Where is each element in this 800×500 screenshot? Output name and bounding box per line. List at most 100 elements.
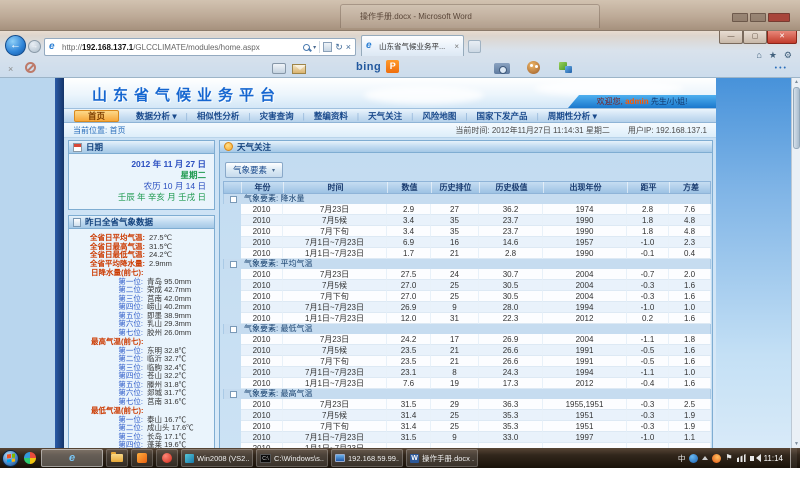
group-checkbox[interactable] bbox=[230, 326, 237, 333]
cloud-decoration bbox=[534, 80, 684, 96]
tools-gear-icon[interactable]: ⚙ bbox=[784, 50, 792, 61]
cell: 26.6 bbox=[479, 356, 543, 367]
cell: 8 bbox=[431, 367, 479, 378]
scroll-up-icon[interactable]: ▲ bbox=[792, 79, 800, 85]
show-desktop-button[interactable] bbox=[790, 448, 797, 468]
group-checkbox[interactable] bbox=[230, 261, 237, 268]
taskbar-window-button-2[interactable]: 192.168.59.99... bbox=[331, 449, 403, 467]
toolbar-close-icon[interactable]: × bbox=[8, 64, 13, 74]
cell: 7月下旬 bbox=[283, 421, 387, 432]
taskbar-ie-button[interactable]: e bbox=[41, 449, 103, 467]
firefox-tray-icon[interactable] bbox=[712, 454, 721, 463]
action-center-flag-icon[interactable]: ⚑ bbox=[725, 454, 732, 462]
weather-panel-title: 昨日全省气象数据 bbox=[85, 216, 153, 228]
nav-item-6[interactable]: 风险地图 bbox=[413, 110, 465, 122]
compatibility-view-icon[interactable] bbox=[323, 42, 332, 52]
language-indicator[interactable]: 中 bbox=[678, 453, 686, 464]
nav-item-5[interactable]: 天气关注 bbox=[359, 110, 411, 122]
column-header: 出现年份 bbox=[544, 182, 628, 193]
bing-logo[interactable]: bing bbox=[356, 61, 381, 73]
taskbar-window-button-1[interactable]: C:\C:\Windows\s... bbox=[256, 449, 328, 467]
browser-chrome: ← → e http://192.168.137.1/GLCCLIMATE/mo… bbox=[0, 30, 800, 78]
cell: 27.0 bbox=[387, 291, 431, 302]
toolbar-block-icon[interactable] bbox=[25, 62, 36, 73]
taskbar-explorer-button[interactable] bbox=[106, 449, 128, 467]
nav-item-7[interactable]: 国家下发产品 bbox=[468, 110, 537, 122]
cell: 2010 bbox=[241, 367, 283, 378]
tab-close-icon[interactable]: × bbox=[454, 42, 459, 51]
refresh-icon[interactable]: ↻ bbox=[335, 42, 343, 53]
page-scrollbar[interactable]: ▲ ▼ bbox=[791, 78, 800, 448]
nav-item-2[interactable]: 相似性分析 bbox=[188, 110, 249, 122]
nav-item-4[interactable]: 整编资料 bbox=[305, 110, 357, 122]
favorites-star-icon[interactable]: ★ bbox=[769, 50, 777, 61]
stop-icon[interactable]: × bbox=[346, 42, 351, 52]
ime-icon[interactable] bbox=[689, 454, 698, 463]
webpage: 山东省气候业务平台 欢迎您, admin 先生/小姐! 首页数据分析 ▾|相似性… bbox=[0, 78, 800, 448]
user-ip: 用户IP: 192.168.137.1 bbox=[628, 125, 707, 136]
scroll-down-icon[interactable]: ▼ bbox=[792, 441, 800, 447]
url-text[interactable]: http://192.168.137.1/GLCCLIMATE/modules/… bbox=[62, 43, 300, 52]
start-button[interactable] bbox=[2, 450, 19, 467]
snip-tool-icon[interactable] bbox=[272, 63, 286, 74]
nav-item-1[interactable]: 数据分析 ▾ bbox=[127, 110, 186, 122]
cell: 1.8 bbox=[669, 334, 711, 345]
nav-item-8[interactable]: 周期性分析 ▾ bbox=[539, 110, 606, 122]
maximize-button[interactable]: ▢ bbox=[743, 31, 767, 44]
cell: 24.3 bbox=[479, 367, 543, 378]
browser-tab[interactable]: e 山东省气候业务平... × bbox=[361, 35, 464, 56]
nav-item-0[interactable]: 首页 bbox=[74, 110, 119, 122]
cell: 1.9 bbox=[669, 421, 711, 432]
tray-expand-icon[interactable] bbox=[702, 456, 708, 460]
taskbar-window-button-3[interactable]: W操作手册.docx ... bbox=[406, 449, 478, 467]
breadcrumb[interactable]: 当前位置: 首页 bbox=[73, 125, 125, 136]
cell: 1990 bbox=[543, 248, 627, 259]
volume-icon[interactable] bbox=[750, 456, 754, 461]
taskbar-media-button[interactable] bbox=[156, 449, 178, 467]
cell: 1.6 bbox=[669, 378, 711, 389]
cell: 1957 bbox=[543, 237, 627, 248]
taskbar-window-button-0[interactable]: Win2008 (VS2... bbox=[181, 449, 253, 467]
main-panel-header: 天气关注 bbox=[219, 140, 713, 153]
pinned-app-icon[interactable] bbox=[24, 452, 36, 464]
nav-item-3[interactable]: 灾害查询 bbox=[251, 110, 303, 122]
group-checkbox[interactable] bbox=[230, 196, 237, 203]
sogou-icon[interactable]: P bbox=[386, 60, 399, 73]
cell: 7月23日 bbox=[283, 334, 387, 345]
minimize-button[interactable]: — bbox=[719, 31, 743, 44]
back-button[interactable]: ← bbox=[5, 35, 26, 56]
taskbar-app-orange-button[interactable] bbox=[131, 449, 153, 467]
table-row: 20107月23日24.21726.92004-1.11.8 bbox=[223, 334, 711, 345]
bing-search-group[interactable]: bing P bbox=[356, 60, 399, 73]
taskbar-clock[interactable]: 11:14 bbox=[764, 454, 783, 463]
cell: 7月5候 bbox=[283, 345, 387, 356]
cell: 1951 bbox=[543, 421, 627, 432]
search-icon[interactable] bbox=[303, 44, 310, 51]
cell: 7月5候 bbox=[283, 215, 387, 226]
overflow-dots-icon[interactable]: ••• bbox=[775, 65, 788, 72]
camera-extension-icon[interactable] bbox=[494, 63, 510, 74]
column-header: 距平 bbox=[628, 182, 670, 193]
cell: 7月下旬 bbox=[283, 356, 387, 367]
weather-panel-header: 昨日全省气象数据 bbox=[68, 215, 215, 229]
puzzle-extension-icon[interactable] bbox=[559, 62, 573, 74]
mail-icon[interactable] bbox=[292, 64, 306, 74]
network-icon[interactable] bbox=[737, 454, 746, 462]
address-bar[interactable]: e http://192.168.137.1/GLCCLIMATE/module… bbox=[44, 38, 356, 56]
table-row: 20107月5候31.42535.31951-0.31.9 bbox=[223, 410, 711, 421]
cell: 24.2 bbox=[387, 334, 431, 345]
cmd-icon: C:\ bbox=[260, 454, 271, 463]
close-button[interactable]: ✕ bbox=[767, 31, 797, 44]
table-row: 20101月1日~7月23日1.7212.81990-0.10.4 bbox=[223, 248, 711, 259]
home-icon[interactable]: ⌂ bbox=[756, 50, 761, 61]
cell: 25 bbox=[431, 291, 479, 302]
search-caret-icon[interactable]: ▾ bbox=[313, 44, 316, 51]
scrollbar-thumb[interactable] bbox=[793, 87, 800, 149]
paw-extension-icon[interactable] bbox=[527, 61, 540, 74]
cell: 2010 bbox=[241, 280, 283, 291]
forward-button[interactable]: → bbox=[28, 40, 41, 53]
new-tab-button[interactable] bbox=[468, 40, 481, 53]
group-checkbox[interactable] bbox=[230, 391, 237, 398]
cell: 2012 bbox=[543, 378, 627, 389]
element-dropdown-button[interactable]: 气象要素▾ bbox=[225, 162, 283, 178]
